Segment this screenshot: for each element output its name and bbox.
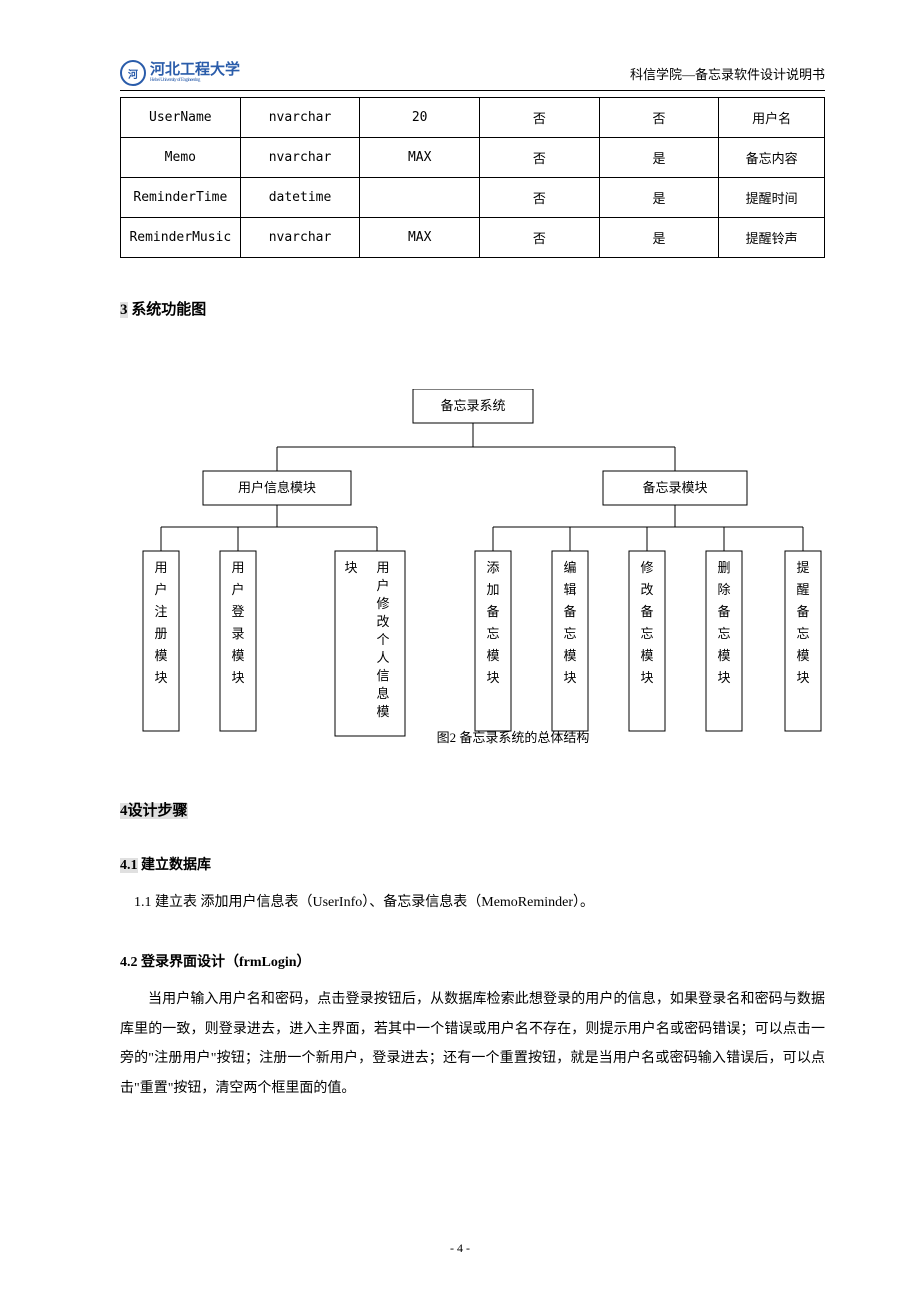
page-footer: - 4 - (0, 1241, 920, 1256)
diagram-branch-left: 用户信息模块 (237, 480, 315, 495)
subsection-number: 4.2 (120, 955, 138, 970)
table-cell: MAX (360, 218, 480, 258)
table-cell: 提醒铃声 (719, 218, 825, 258)
table-cell: ReminderMusic (121, 218, 241, 258)
subsection-number: 4.1 (120, 858, 138, 873)
section-number: 4 (120, 803, 128, 819)
org-chart-diagram: 备忘录系统 用户信息模块 备忘录模块 (123, 389, 823, 759)
table-cell: 是 (599, 178, 719, 218)
diagram-leaf-prefix: 块 (344, 560, 357, 575)
logo-subtitle: Hebei University of Engineering (150, 78, 240, 83)
header-divider (120, 90, 825, 91)
logo-text: 河北工程大学 (150, 63, 240, 78)
header-right-text: 科信学院—备忘录软件设计说明书 (630, 64, 825, 83)
table-cell: ReminderTime (121, 178, 241, 218)
header: 河 河北工程大学 Hebei University of Engineering… (120, 60, 825, 86)
table-cell: UserName (121, 98, 241, 138)
table-cell: nvarchar (240, 138, 360, 178)
table-row: UserName nvarchar 20 否 否 用户名 (121, 98, 825, 138)
table-cell: 否 (480, 138, 600, 178)
table-row: ReminderTime datetime 否 是 提醒时间 (121, 178, 825, 218)
table-cell: 否 (480, 98, 600, 138)
table-cell: 是 (599, 218, 719, 258)
table-cell: MAX (360, 138, 480, 178)
table-cell: 否 (480, 218, 600, 258)
table-cell: 20 (360, 98, 480, 138)
section-3-heading: 3 系统功能图 (120, 298, 825, 319)
table-cell: Memo (121, 138, 241, 178)
section-41-heading: 4.1 建立数据库 (120, 854, 825, 874)
table-cell: nvarchar (240, 98, 360, 138)
diagram-root: 备忘录系统 (440, 398, 505, 413)
table-cell: 是 (599, 138, 719, 178)
section-4-heading: 4设计步骤 (120, 799, 825, 820)
table-cell: nvarchar (240, 218, 360, 258)
subsection-title: 登录界面设计（frmLogin） (138, 955, 311, 970)
section-number: 3 (120, 302, 128, 318)
section-42-body: 当用户输入用户名和密码，点击登录按钮后，从数据库检索此想登录的用户的信息，如果登… (120, 985, 825, 1103)
diagram-leaf: 用户修改个人信息模 (376, 560, 389, 719)
table-cell: 否 (599, 98, 719, 138)
diagram-container: 备忘录系统 用户信息模块 备忘录模块 (120, 389, 825, 759)
diagram-branch-right: 备忘录模块 (642, 480, 707, 495)
section-42-heading: 4.2 登录界面设计（frmLogin） (120, 951, 825, 971)
section-title: 系统功能图 (128, 302, 207, 318)
table-cell (360, 178, 480, 218)
table-cell: 提醒时间 (719, 178, 825, 218)
table-row: Memo nvarchar MAX 否 是 备忘内容 (121, 138, 825, 178)
table-cell: datetime (240, 178, 360, 218)
table-cell: 否 (480, 178, 600, 218)
page: 河 河北工程大学 Hebei University of Engineering… (0, 0, 920, 1302)
section-41-body: 1.1 建立表 添加用户信息表（UserInfo）、备忘录信息表（MemoRem… (120, 888, 825, 917)
table-cell: 备忘内容 (719, 138, 825, 178)
data-table: UserName nvarchar 20 否 否 用户名 Memo nvarch… (120, 97, 825, 258)
logo-block: 河 河北工程大学 Hebei University of Engineering (120, 60, 240, 86)
subsection-title: 建立数据库 (138, 858, 212, 873)
section-title: 设计步骤 (128, 803, 188, 819)
table-cell: 用户名 (719, 98, 825, 138)
logo-icon: 河 (120, 60, 146, 86)
diagram-caption: 图2 备忘录系统的总体结构 (436, 730, 589, 745)
table-row: ReminderMusic nvarchar MAX 否 是 提醒铃声 (121, 218, 825, 258)
